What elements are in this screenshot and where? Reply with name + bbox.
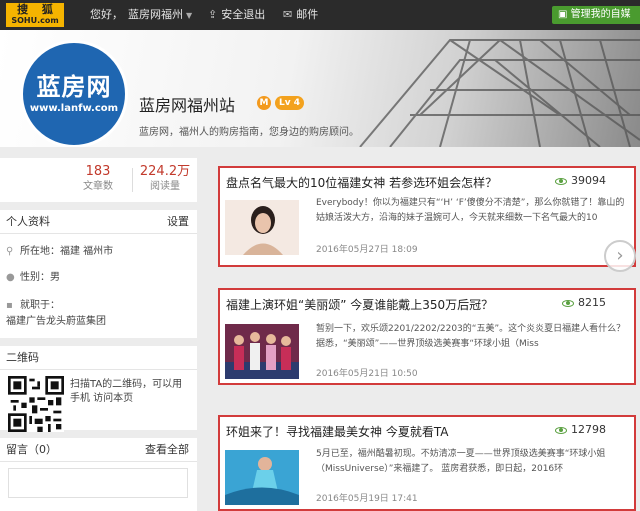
article-title[interactable]: 福建上演环姐“美丽颂” 今夏谁能戴上350万后冠？ [226, 296, 493, 313]
settings-link[interactable]: 设置 [167, 210, 189, 234]
site-description: 蓝房网，福州人的购房指南，您身边的购房顾问。 [139, 127, 359, 138]
site-menu-label: 蓝房网福州 [128, 8, 183, 21]
articles-count: 183 [85, 164, 111, 179]
articles-label: 文章数 [83, 181, 113, 192]
logout-label: 安全退出 [221, 8, 266, 21]
view-count: 39094 [555, 174, 606, 187]
view-count: 8215 [562, 296, 606, 309]
logo-domain: SOHU.com [11, 16, 59, 25]
profile-panel: 个人资料 设置 ⚲ 所在地：福建 福州市 ● 性别：男 ▪ 就职于： 福建广告龙头蔚蓝… [0, 210, 197, 338]
article-excerpt: Everybody！你以为福建只有“‘H’ ‘F’傻傻分不清楚”，那么你就错了！… [316, 198, 625, 223]
eye-icon [555, 177, 567, 185]
qrcode-description: 扫描TA的二维码，可以用手机 访问本页 [70, 379, 183, 404]
article-date: 2016年05月19日 17:41 [316, 494, 418, 504]
view-count-value: 39094 [571, 174, 606, 187]
avatar-brand-text: 蓝房网 [36, 73, 112, 101]
article-card[interactable]: 环姐来了！寻找福建最美女神 今夏就看TA 12798 5月已至，福州酷暑初现。不… [218, 415, 636, 511]
mail-label: 邮件 [296, 8, 319, 21]
eye-icon [562, 299, 574, 307]
article-card[interactable]: 福建上演环姐“美丽颂” 今夏谁能戴上350万后冠？ 8215 暂别一下，欢乐颂2… [218, 288, 636, 385]
article-excerpt: 5月已至，福州酷暑初现。不妨清凉一夏——世界顶级选美赛事“环球小姐（MissUn… [316, 449, 606, 474]
article-title[interactable]: 盘点名气最大的10位福建女神 若参选环姐会怎样？ [226, 174, 497, 191]
view-count-value: 12798 [571, 423, 606, 436]
logout-link[interactable]: ⇪ 安全退出 [208, 0, 265, 30]
media-badge: M [257, 96, 271, 110]
greeting: 您好， [90, 8, 123, 21]
next-arrow-button[interactable]: › [604, 240, 636, 272]
reads-stat: 224.2万 阅读量 [135, 164, 195, 194]
comments-panel: 留言（0） 查看全部 [0, 438, 197, 511]
location-text: 所在地：福建 福州市 [20, 246, 114, 257]
avatar-url-text: www.lanfw.com [29, 103, 119, 114]
gender-text: 性别：男 [20, 272, 60, 283]
view-count-value: 8215 [578, 296, 606, 309]
article-thumbnail[interactable] [225, 200, 299, 255]
reads-count: 224.2万 [139, 164, 191, 179]
avatar[interactable]: 蓝房网 www.lanfw.com [20, 40, 128, 147]
reads-label: 阅读量 [150, 181, 180, 192]
location-pin-icon: ⚲ [6, 246, 14, 257]
stat-divider [132, 168, 133, 192]
comment-input[interactable] [8, 468, 188, 498]
manage-label: 管理我的自媒 [570, 9, 631, 20]
briefcase-icon: ▪ [6, 300, 13, 311]
qrcode-header-label: 二维码 [6, 351, 39, 364]
location-row: ⚲ 所在地：福建 福州市 [6, 242, 113, 257]
top-bar: 搜 狐 SOHU.com 您好， 蓝房网福州 ▼ ⇪ 安全退出 ✉ 邮件 ▣ 管理我的… [0, 0, 640, 30]
articles-stat[interactable]: 183 文章数 [68, 164, 128, 194]
job-value: 福建广告龙头蔚蓝集团 [6, 316, 106, 327]
profile-banner: 蓝房网 www.lanfw.com 蓝房网福州站 M Lv 4 蓝房网，福州人的… [0, 30, 640, 147]
job-label: 就职于： [20, 300, 60, 311]
article-date: 2016年05月27日 18:09 [316, 245, 418, 255]
person-icon: ● [6, 272, 15, 283]
comments-header: 留言（0） 查看全部 [0, 438, 197, 462]
article-title[interactable]: 环姐来了！寻找福建最美女神 今夏就看TA [226, 423, 448, 440]
qrcode-header: 二维码 [0, 346, 197, 370]
job-row: ▪ 就职于： [6, 296, 60, 311]
logout-icon: ⇪ [208, 8, 218, 21]
comments-header-label: 留言（0） [6, 443, 57, 456]
profile-header: 个人资料 设置 [0, 210, 197, 234]
manage-icon: ▣ [558, 9, 571, 20]
page-title: 蓝房网福州站 [139, 96, 236, 115]
eye-icon [555, 426, 567, 434]
article-card[interactable]: 盘点名气最大的10位福建女神 若参选环姐会怎样？ 39094 Everybody… [218, 166, 636, 267]
mail-link[interactable]: ✉ 邮件 [283, 0, 318, 30]
chevron-right-icon: › [616, 245, 624, 266]
article-thumbnail[interactable] [225, 450, 299, 505]
mail-icon: ✉ [283, 8, 293, 21]
article-date: 2016年05月21日 10:50 [316, 369, 418, 379]
profile-header-label: 个人资料 [6, 215, 50, 228]
qrcode-panel: 二维码 扫描TA的二维码，可以用手机 访问本页 [0, 346, 197, 432]
qr-code-image [8, 376, 64, 432]
manage-media-button[interactable]: ▣ 管理我的自媒 [552, 6, 640, 24]
sohu-logo[interactable]: 搜 狐 SOHU.com [6, 3, 64, 27]
article-thumbnail[interactable] [225, 324, 299, 379]
level-badge: Lv 4 [275, 96, 304, 110]
gender-row: ● 性别：男 [6, 268, 60, 283]
stats-panel: 183 文章数 224.2万 阅读量 [0, 158, 197, 202]
article-excerpt: 暂别一下，欢乐颂2201/2202/2203的“五美”。这个炎炎夏日福建人看什么… [316, 324, 626, 349]
view-count: 12798 [555, 423, 606, 436]
logo-text: 搜 狐 [17, 3, 58, 16]
site-menu-dropdown[interactable]: 蓝房网福州 ▼ [128, 0, 192, 30]
chevron-down-icon: ▼ [186, 11, 193, 20]
view-all-comments-link[interactable]: 查看全部 [145, 438, 189, 462]
